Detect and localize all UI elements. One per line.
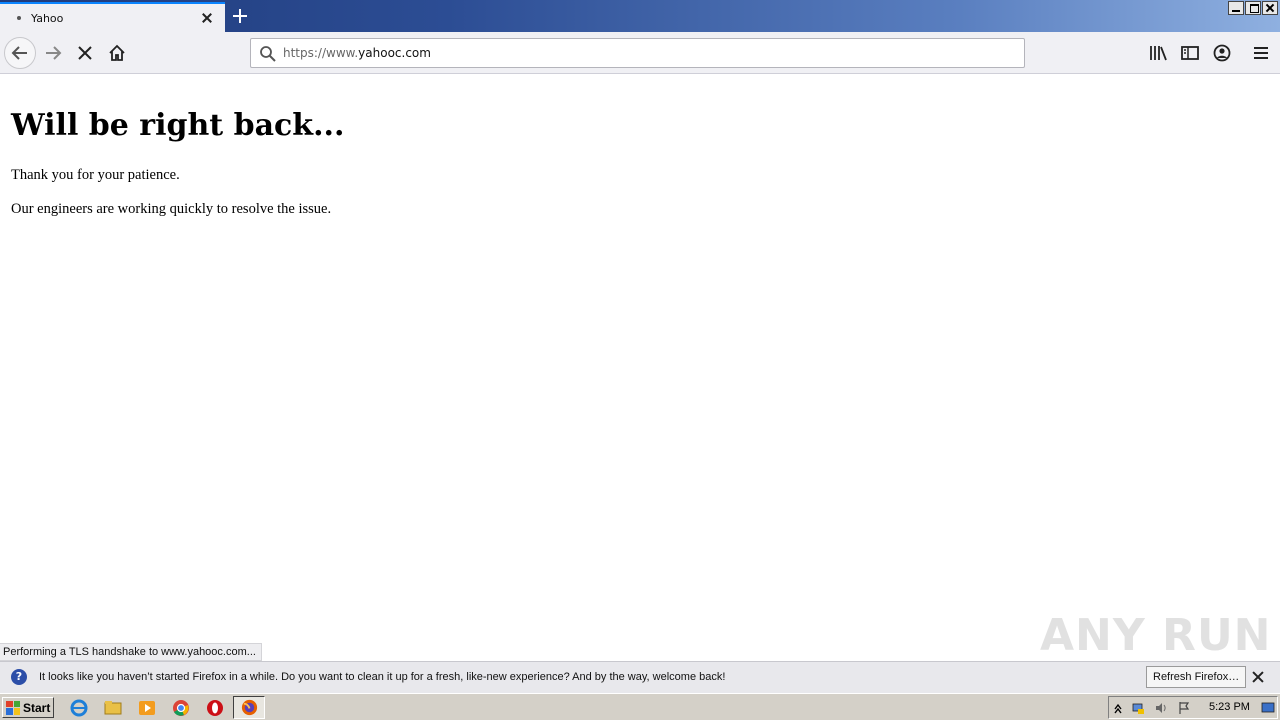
- nav-bar: https://www.yahooc.com: [0, 32, 1280, 74]
- media-player-icon[interactable]: [137, 698, 157, 718]
- notification-message: It looks like you haven’t started Firefo…: [39, 671, 726, 683]
- taskbar: Start 5:23 PM: [0, 693, 1280, 720]
- loading-dot-icon: [17, 16, 21, 20]
- opera-icon[interactable]: [205, 698, 225, 718]
- home-icon: [109, 44, 125, 61]
- patience-text: Thank you for your patience.: [11, 167, 180, 183]
- url-text: https://www.yahooc.com: [283, 46, 431, 60]
- engineers-text: Our engineers are working quickly to res…: [11, 201, 332, 217]
- windows-logo-icon: [6, 700, 20, 715]
- page-heading: Will be right back...: [11, 108, 345, 143]
- action-center-flag-icon[interactable]: [1177, 701, 1191, 715]
- chrome-icon[interactable]: [171, 698, 191, 718]
- tab-close-icon[interactable]: [199, 10, 215, 26]
- tab-title: Yahoo: [31, 11, 64, 25]
- start-label: Start: [23, 700, 51, 715]
- folder-icon[interactable]: [103, 698, 123, 718]
- notification-close-icon[interactable]: [1251, 670, 1265, 684]
- internet-explorer-icon[interactable]: [69, 698, 89, 718]
- stop-button[interactable]: [69, 37, 101, 69]
- arrow-left-icon: [11, 46, 27, 60]
- page-content: Will be right back... Thank you for your…: [0, 75, 1280, 660]
- show-hidden-icons-icon[interactable]: [1111, 701, 1125, 715]
- firefox-taskbar-button[interactable]: [233, 696, 265, 719]
- volume-icon[interactable]: [1154, 701, 1168, 715]
- info-icon: ?: [11, 669, 27, 685]
- start-button[interactable]: Start: [2, 697, 54, 718]
- back-button[interactable]: [4, 37, 36, 69]
- sidebar-icon[interactable]: [1180, 43, 1200, 63]
- stop-x-icon: [78, 46, 92, 60]
- restore-button[interactable]: [1245, 1, 1261, 15]
- url-domain: yahooc.com: [358, 46, 431, 60]
- firefox-icon: [241, 699, 258, 716]
- notification-bar: ? It looks like you haven’t started Fire…: [0, 661, 1280, 693]
- url-bar[interactable]: https://www.yahooc.com: [250, 38, 1025, 68]
- network-icon[interactable]: [1131, 701, 1145, 715]
- home-button[interactable]: [101, 37, 133, 69]
- forward-button[interactable]: [37, 37, 69, 69]
- new-tab-icon[interactable]: [230, 6, 250, 26]
- hamburger-menu-icon[interactable]: [1251, 43, 1271, 63]
- url-prefix: https://www.: [283, 46, 359, 60]
- clock: 5:23 PM: [1209, 701, 1250, 713]
- account-icon[interactable]: [1212, 43, 1232, 63]
- arrow-right-icon: [46, 46, 62, 60]
- show-desktop-icon[interactable]: [1261, 701, 1275, 715]
- system-tray: 5:23 PM: [1108, 696, 1278, 719]
- window-close-button[interactable]: [1262, 1, 1278, 15]
- anyrun-watermark: ANY RUN: [1040, 610, 1272, 661]
- status-text: Performing a TLS handshake to www.yahooc…: [0, 643, 262, 661]
- title-bar: Yahoo: [0, 0, 1280, 32]
- library-icon[interactable]: [1148, 43, 1168, 63]
- search-icon: [260, 46, 276, 62]
- refresh-firefox-button[interactable]: Refresh Firefox…: [1146, 666, 1247, 688]
- tab-yahoo[interactable]: Yahoo: [0, 2, 225, 32]
- minimize-button[interactable]: [1228, 1, 1244, 15]
